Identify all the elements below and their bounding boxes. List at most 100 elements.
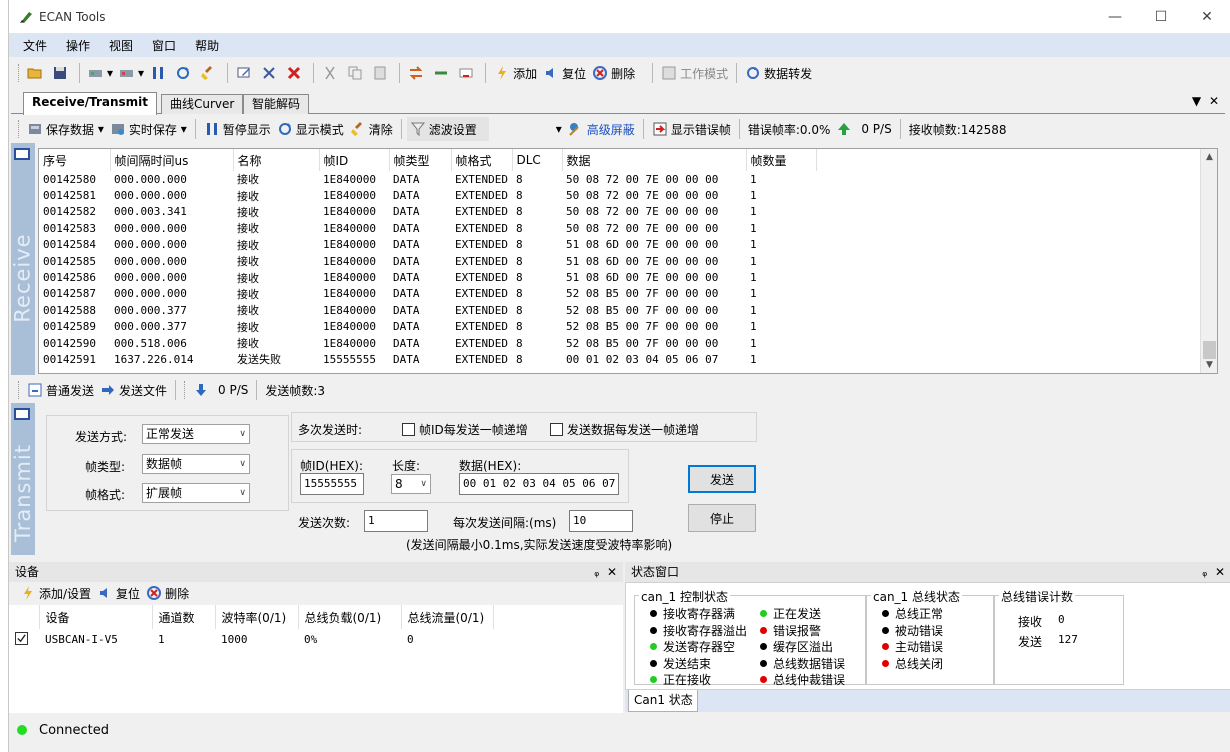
table-row[interactable]: 00142590 000.518.006 接收 1E840000 DATA EXTENDE… bbox=[39, 335, 816, 351]
copy-disabled-button[interactable] bbox=[344, 61, 369, 85]
save-data-button[interactable]: 保存数据 ▾ bbox=[24, 117, 107, 141]
tab-close-button[interactable]: ✕ bbox=[1209, 94, 1219, 108]
normal-send-button[interactable]: 普通发送 bbox=[24, 378, 97, 402]
device-checkbox[interactable] bbox=[9, 629, 39, 649]
receive-scrollbar[interactable]: ▲ ▼ bbox=[1200, 149, 1217, 373]
send-count-input[interactable]: 1 bbox=[364, 510, 428, 532]
menu-operate[interactable]: 操作 bbox=[66, 37, 90, 54]
reset-button[interactable]: 复位 bbox=[540, 61, 589, 85]
tab-receive-transmit[interactable]: Receive/Transmit bbox=[23, 92, 158, 115]
filter-settings-button[interactable]: 滤波设置 bbox=[406, 117, 489, 141]
col-baud[interactable]: 波特率(0/1) bbox=[215, 605, 299, 629]
scroll-up-icon[interactable]: ▲ bbox=[1201, 152, 1217, 162]
col-dlc[interactable]: DLC bbox=[512, 149, 563, 171]
col-device[interactable]: 设备 bbox=[39, 605, 153, 629]
receive-grid[interactable]: 序号 帧间隔时间us 名称 帧ID 帧类型 帧格式 DLC 数据 帧数量 001… bbox=[38, 148, 1218, 374]
table-row[interactable]: 00142591 1637.226.014 发送失败 15555555 DATA EXTE… bbox=[39, 351, 816, 367]
transmit-side-tab[interactable]: Transmit bbox=[11, 403, 35, 555]
table-row[interactable]: 00142589 000.000.377 接收 1E840000 DATA EXTENDE… bbox=[39, 319, 816, 335]
open-button[interactable] bbox=[24, 61, 49, 85]
table-row[interactable]: USBCAN-I-V5 1 1000 0% 0 bbox=[9, 629, 493, 649]
refresh-button[interactable] bbox=[172, 61, 197, 85]
frame-format-select[interactable]: 扩展帧 ∨ bbox=[142, 483, 250, 503]
interval-input[interactable]: 10 bbox=[569, 510, 633, 532]
clear-display-button[interactable]: 清除 bbox=[347, 117, 396, 141]
stop-button[interactable]: 停止 bbox=[688, 504, 756, 532]
pause-display-button[interactable]: 暂停显示 bbox=[201, 117, 274, 141]
frame-id-input[interactable]: 15555555 bbox=[300, 473, 364, 495]
pin-icon[interactable]: ᵩ bbox=[1202, 565, 1207, 579]
cut-disabled-button[interactable] bbox=[319, 61, 344, 85]
advanced-mask-button[interactable]: 高级屏蔽 bbox=[565, 117, 638, 141]
save-button[interactable] bbox=[49, 61, 74, 85]
receive-side-tab[interactable]: Receive bbox=[11, 143, 35, 375]
display-mode-button[interactable]: 显示模式 bbox=[274, 117, 347, 141]
table-row[interactable]: 00142587 000.000.000 接收 1E840000 DATA EXTENDE… bbox=[39, 286, 816, 302]
delete-row-button[interactable] bbox=[283, 61, 308, 85]
add-button[interactable]: 添加 bbox=[491, 61, 540, 85]
table-row[interactable]: 00142586 000.000.000 接收 1E840000 DATA EXTENDE… bbox=[39, 269, 816, 285]
col-name[interactable]: 名称 bbox=[233, 149, 320, 171]
pause-button[interactable] bbox=[147, 61, 172, 85]
tab-decode[interactable]: 智能解码 bbox=[243, 94, 310, 114]
table-row[interactable]: 00142580 000.000.000 接收 1E840000 DATA EXTENDE… bbox=[39, 171, 816, 187]
col-bus-traffic[interactable]: 总线流量(0/1) bbox=[401, 605, 494, 629]
link-button[interactable] bbox=[430, 61, 455, 85]
paste-disabled-button[interactable] bbox=[369, 61, 394, 85]
menu-help[interactable]: 帮助 bbox=[195, 37, 219, 54]
device-add-button[interactable]: 添加/设置 bbox=[17, 581, 94, 605]
tab-curve[interactable]: 曲线Curver bbox=[161, 94, 244, 114]
table-row[interactable]: 00142581 000.000.000 接收 1E840000 DATA EXTENDE… bbox=[39, 187, 816, 203]
menu-file[interactable]: 文件 bbox=[23, 37, 47, 54]
data-forward-button[interactable]: 数据转发 bbox=[742, 61, 815, 85]
device-close-icon[interactable]: ✕ bbox=[607, 565, 617, 579]
id-increment-checkbox[interactable]: 帧ID每发送一帧递增 bbox=[402, 421, 528, 438]
status-close-icon[interactable]: ✕ bbox=[1215, 565, 1225, 579]
realtime-save-button[interactable]: 实时保存 ▾ bbox=[107, 117, 190, 141]
close-button[interactable]: ✕ bbox=[1184, 0, 1230, 33]
table-row[interactable]: 00142583 000.000.000 接收 1E840000 DATA EXTENDE… bbox=[39, 220, 816, 236]
col-interval[interactable]: 帧间隔时间us bbox=[110, 149, 234, 171]
menu-view[interactable]: 视图 bbox=[109, 37, 133, 54]
device-reset-button[interactable]: 复位 bbox=[94, 581, 143, 605]
menu-window[interactable]: 窗口 bbox=[152, 37, 176, 54]
tab-list-button[interactable]: ▼ bbox=[1192, 94, 1201, 108]
send-button[interactable]: 发送 bbox=[688, 465, 756, 493]
cut-button[interactable] bbox=[258, 61, 283, 85]
col-count[interactable]: 帧数量 bbox=[746, 149, 817, 171]
edit-button[interactable] bbox=[233, 61, 258, 85]
table-row[interactable]: 00142582 000.003.341 接收 1E840000 DATA EXTENDE… bbox=[39, 204, 816, 220]
col-frame-type[interactable]: 帧类型 bbox=[389, 149, 452, 171]
device-delete-button[interactable]: 删除 bbox=[143, 581, 192, 605]
data-input[interactable]: 00 01 02 03 04 05 06 07 bbox=[459, 473, 619, 495]
col-bus-load[interactable]: 总线负载(0/1) bbox=[298, 605, 402, 629]
table-row[interactable]: 00142584 000.000.000 接收 1E840000 DATA EXTENDE… bbox=[39, 237, 816, 253]
send-file-button[interactable]: 发送文件 bbox=[97, 378, 170, 402]
col-channels[interactable]: 通道数 bbox=[152, 605, 216, 629]
maximize-button[interactable]: ☐ bbox=[1138, 0, 1184, 33]
data-increment-checkbox[interactable]: 发送数据每发送一帧递增 bbox=[550, 421, 699, 438]
col-frame-format[interactable]: 帧格式 bbox=[451, 149, 513, 171]
work-mode-button[interactable]: 工作模式 bbox=[658, 61, 731, 85]
table-row[interactable]: 00142585 000.000.000 接收 1E840000 DATA EXTENDE… bbox=[39, 253, 816, 269]
stop-record-button[interactable] bbox=[455, 61, 480, 85]
scroll-thumb[interactable] bbox=[1203, 341, 1216, 359]
clear-button[interactable] bbox=[197, 61, 222, 85]
frame-type-select[interactable]: 数据帧 ∨ bbox=[142, 454, 250, 474]
delete-button[interactable]: 删除 bbox=[589, 61, 638, 85]
show-error-frames-button[interactable]: 显示错误帧 bbox=[649, 117, 734, 141]
device-open-button[interactable]: ▾ bbox=[85, 61, 116, 85]
col-data[interactable]: 数据 bbox=[562, 149, 747, 171]
length-select[interactable]: 8 ∨ bbox=[391, 474, 431, 494]
filter-dropdown-button[interactable]: ▾ bbox=[553, 117, 565, 141]
table-row[interactable]: 00142588 000.000.377 接收 1E840000 DATA EXTENDE… bbox=[39, 302, 816, 318]
device-close-button[interactable]: ▾ bbox=[116, 61, 147, 85]
swap-button[interactable] bbox=[405, 61, 430, 85]
tab-can1-status[interactable]: Can1 状态 bbox=[628, 690, 698, 712]
pin-icon[interactable]: ᵩ bbox=[594, 565, 599, 579]
col-frame-id[interactable]: 帧ID bbox=[319, 149, 390, 171]
send-mode-select[interactable]: 正常发送 ∨ bbox=[142, 424, 250, 444]
minimize-button[interactable]: — bbox=[1092, 0, 1138, 33]
col-seq[interactable]: 序号 bbox=[39, 149, 111, 171]
scroll-down-icon[interactable]: ▼ bbox=[1201, 360, 1217, 370]
